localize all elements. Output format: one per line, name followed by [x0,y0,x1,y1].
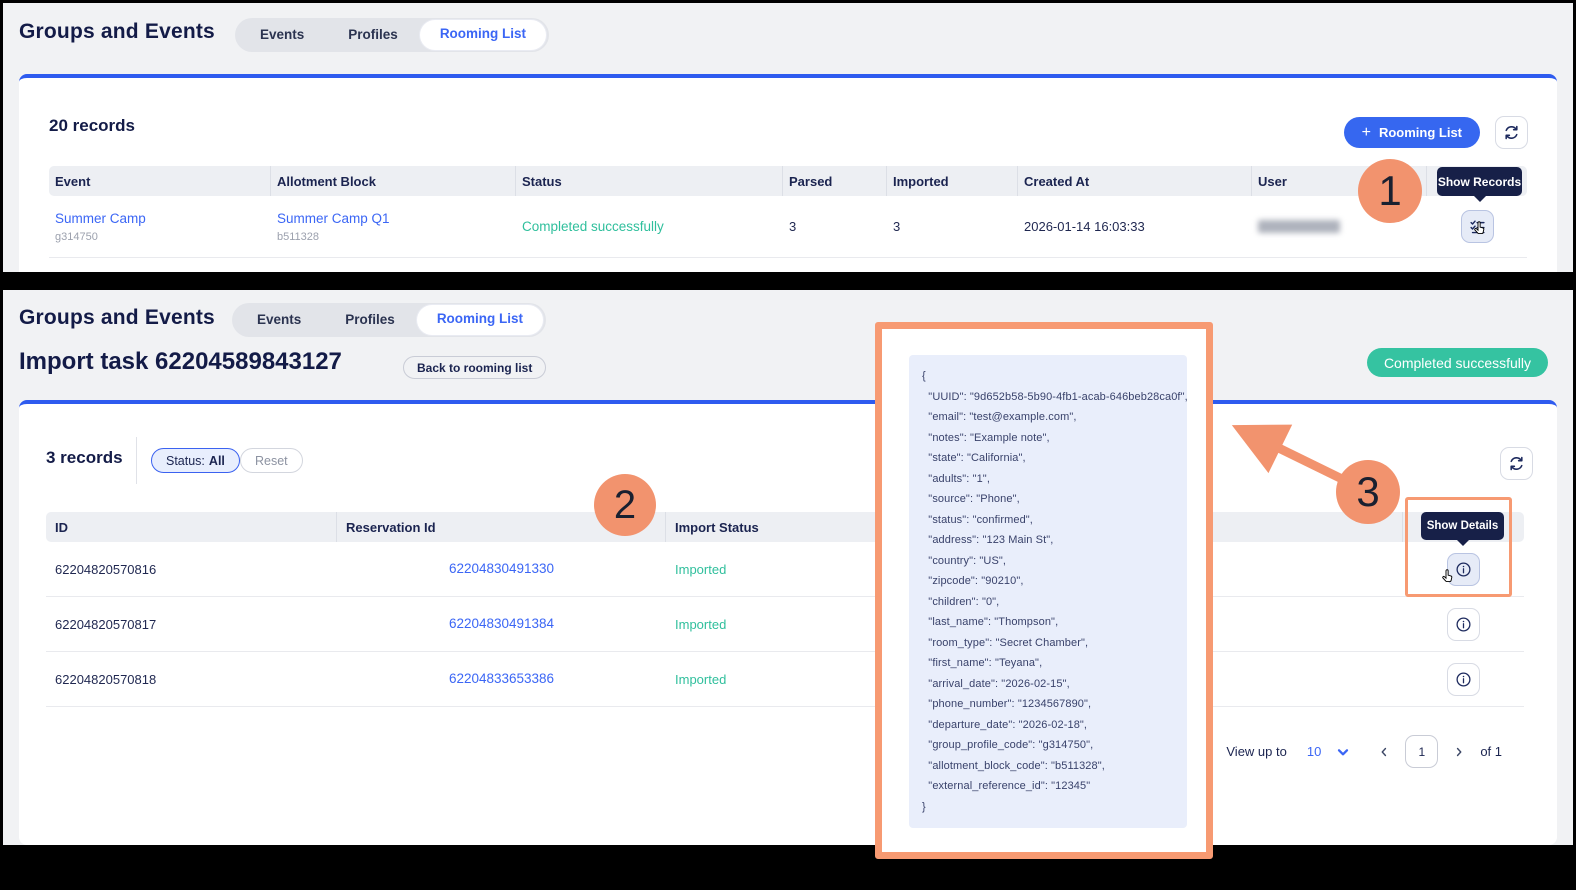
info-icon [1455,616,1472,633]
annotation-arrow [1222,412,1352,492]
tab-profiles[interactable]: Profiles [326,21,420,49]
current-page-input[interactable]: 1 [1405,735,1438,768]
refresh-button[interactable] [1495,116,1528,149]
table-row: 62204820570817 62204830491384 Imported [46,597,1524,652]
annotation-circle-1: 1 [1358,159,1422,223]
status-filter-label: Status: [166,454,205,468]
column-created-at: Created At [1018,166,1252,196]
page-size-select[interactable]: 10 [1307,744,1321,759]
column-event: Event [49,166,271,196]
reservation-id-link[interactable]: 62204830491384 [449,616,554,631]
hand-cursor-icon [1472,220,1488,237]
column-imported: Imported [887,166,1018,196]
records-count: 3 records [46,448,123,468]
record-id: 62204820570818 [46,672,337,687]
record-details-popup: { "UUID": "9d652b58-5b90-4fb1-acab-646be… [875,322,1213,859]
column-status: Status [516,166,783,196]
table-header: ID Reservation Id Import Status [46,512,1524,542]
reservation-id-link[interactable]: 62204830491330 [449,561,554,576]
status-text: Completed successfully [522,219,664,234]
chevron-down-icon[interactable] [1335,744,1351,760]
total-pages-label: of 1 [1480,744,1502,759]
status-filter-value: All [209,454,225,468]
tab-rooming-list[interactable]: Rooming List [420,20,546,50]
rooming-list-screen: Groups and Events Events Profiles Roomin… [3,3,1573,272]
chevron-left-icon[interactable] [1377,745,1391,759]
import-task-title: Import task 62204589843127 [19,348,342,376]
hand-cursor-icon [1440,568,1456,585]
refresh-icon [1503,124,1520,141]
imported-value: 3 [887,219,1018,234]
allotment-block-link[interactable]: Summer Camp Q1 [277,211,516,226]
show-details-button[interactable] [1447,663,1480,696]
import-task-screen: Groups and Events Events Profiles Roomin… [3,290,1573,845]
refresh-icon [1508,455,1525,472]
rooming-list-card: 20 records + Rooming List Event Allotmen… [19,74,1557,272]
user-name-redacted [1258,220,1340,233]
table-row: 62204820570816 62204830491330 Imported [46,542,1524,597]
page-title: Groups and Events [19,306,215,330]
event-link[interactable]: Summer Camp [55,211,271,226]
tab-events[interactable]: Events [238,21,326,49]
show-records-tooltip: Show Records [1437,167,1522,196]
add-rooming-list-label: Rooming List [1379,125,1462,140]
column-parsed: Parsed [783,166,887,196]
plus-icon: + [1362,124,1371,142]
tab-profiles[interactable]: Profiles [323,306,417,334]
created-at-value: 2026-01-14 16:03:33 [1018,219,1252,234]
refresh-button[interactable] [1500,447,1533,480]
add-rooming-list-button[interactable]: + Rooming List [1344,117,1480,148]
event-code: g314750 [55,231,271,243]
record-id: 62204820570817 [46,617,337,632]
info-icon [1455,671,1472,688]
status-filter-chip[interactable]: Status: All [151,448,240,473]
column-id: ID [46,512,337,542]
tab-bar: Events Profiles Rooming List [235,18,549,52]
pagination: View up to 10 1 of 1 [1226,734,1502,769]
tab-rooming-list[interactable]: Rooming List [417,305,543,335]
show-details-button[interactable] [1447,608,1480,641]
show-details-tooltip: Show Details [1421,512,1504,540]
allotment-block-code: b511328 [277,231,516,243]
page-title: Groups and Events [19,20,215,44]
reset-filter-chip[interactable]: Reset [240,448,303,473]
divider [136,437,137,484]
table-row: Summer Camp g314750 Summer Camp Q1 b5113… [49,196,1527,258]
record-json-text: { "UUID": "9d652b58-5b90-4fb1-acab-646be… [922,366,1174,817]
tab-bar: Events Profiles Rooming List [232,303,546,337]
table-row: 62204820570818 62204833653386 Imported [46,652,1524,707]
column-allotment-block: Allotment Block [271,166,516,196]
reservation-id-link[interactable]: 62204833653386 [449,671,554,686]
view-up-to-label: View up to [1226,744,1286,759]
status-badge: Completed successfully [1367,348,1548,377]
parsed-value: 3 [783,219,887,234]
back-to-rooming-list-button[interactable]: Back to rooming list [403,356,546,379]
record-id: 62204820570816 [46,562,337,577]
records-count: 20 records [49,116,135,136]
json-code-block: { "UUID": "9d652b58-5b90-4fb1-acab-646be… [909,355,1187,828]
annotation-circle-2: 2 [594,474,656,536]
chevron-right-icon[interactable] [1452,745,1466,759]
tab-events[interactable]: Events [235,306,323,334]
table-header: Event Allotment Block Status Parsed Impo… [49,166,1527,196]
